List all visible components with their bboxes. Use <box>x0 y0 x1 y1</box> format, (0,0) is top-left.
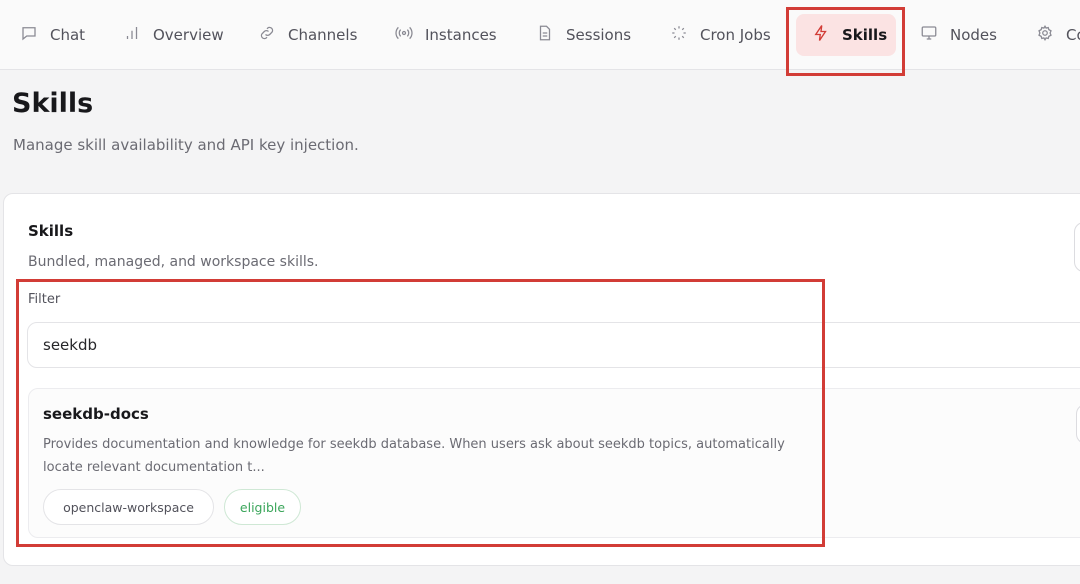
bar-chart-icon <box>123 24 141 46</box>
loader-icon <box>670 24 688 46</box>
tab-chat[interactable]: Chat <box>20 14 85 56</box>
tab-channels-label: Channels <box>288 26 358 44</box>
tab-channels[interactable]: Channels <box>258 14 357 56</box>
lightning-icon <box>812 24 830 46</box>
card-subtitle: Bundled, managed, and workspace skills. <box>28 254 319 270</box>
link-icon <box>258 24 276 46</box>
tab-cron-jobs-label: Cron Jobs <box>700 26 771 44</box>
skill-name: seekdb-docs <box>43 405 149 423</box>
tab-sessions-label: Sessions <box>566 26 632 44</box>
page-title: Skills <box>12 88 94 119</box>
tab-overview-label: Overview <box>153 26 224 44</box>
refresh-button[interactable] <box>1074 222 1080 272</box>
page-subtitle: Manage skill availability and API key in… <box>13 136 359 154</box>
filter-label: Filter <box>28 292 61 307</box>
document-icon <box>536 24 554 46</box>
skill-source-badge: openclaw-workspace <box>43 489 214 525</box>
tab-instances-label: Instances <box>425 26 497 44</box>
tab-instances[interactable]: Instances <box>395 14 497 56</box>
tab-sessions[interactable]: Sessions <box>536 14 631 56</box>
tab-config-label: Co <box>1066 26 1080 44</box>
tab-cron-jobs[interactable]: Cron Jobs <box>670 14 771 56</box>
skill-status-badge: eligible <box>224 489 301 525</box>
card-title: Skills <box>28 222 74 240</box>
filter-input[interactable] <box>27 322 1080 368</box>
radio-icon <box>395 24 413 46</box>
tab-config[interactable]: Co <box>1036 14 1080 56</box>
tab-chat-label: Chat <box>50 26 86 44</box>
tab-nodes[interactable]: Nodes <box>920 14 997 56</box>
chat-bubble-icon <box>20 24 38 46</box>
monitor-icon <box>920 24 938 46</box>
tab-skills[interactable]: Skills <box>796 14 896 56</box>
tab-skills-label: Skills <box>842 26 888 44</box>
gear-icon <box>1036 24 1054 46</box>
tab-overview[interactable]: Overview <box>123 14 224 56</box>
tab-nodes-label: Nodes <box>950 26 997 44</box>
top-navigation: Chat Overview Channels Instances Session… <box>0 0 1080 70</box>
skill-description: Provides documentation and knowledge for… <box>43 437 785 475</box>
skill-toggle-button[interactable] <box>1076 404 1080 444</box>
